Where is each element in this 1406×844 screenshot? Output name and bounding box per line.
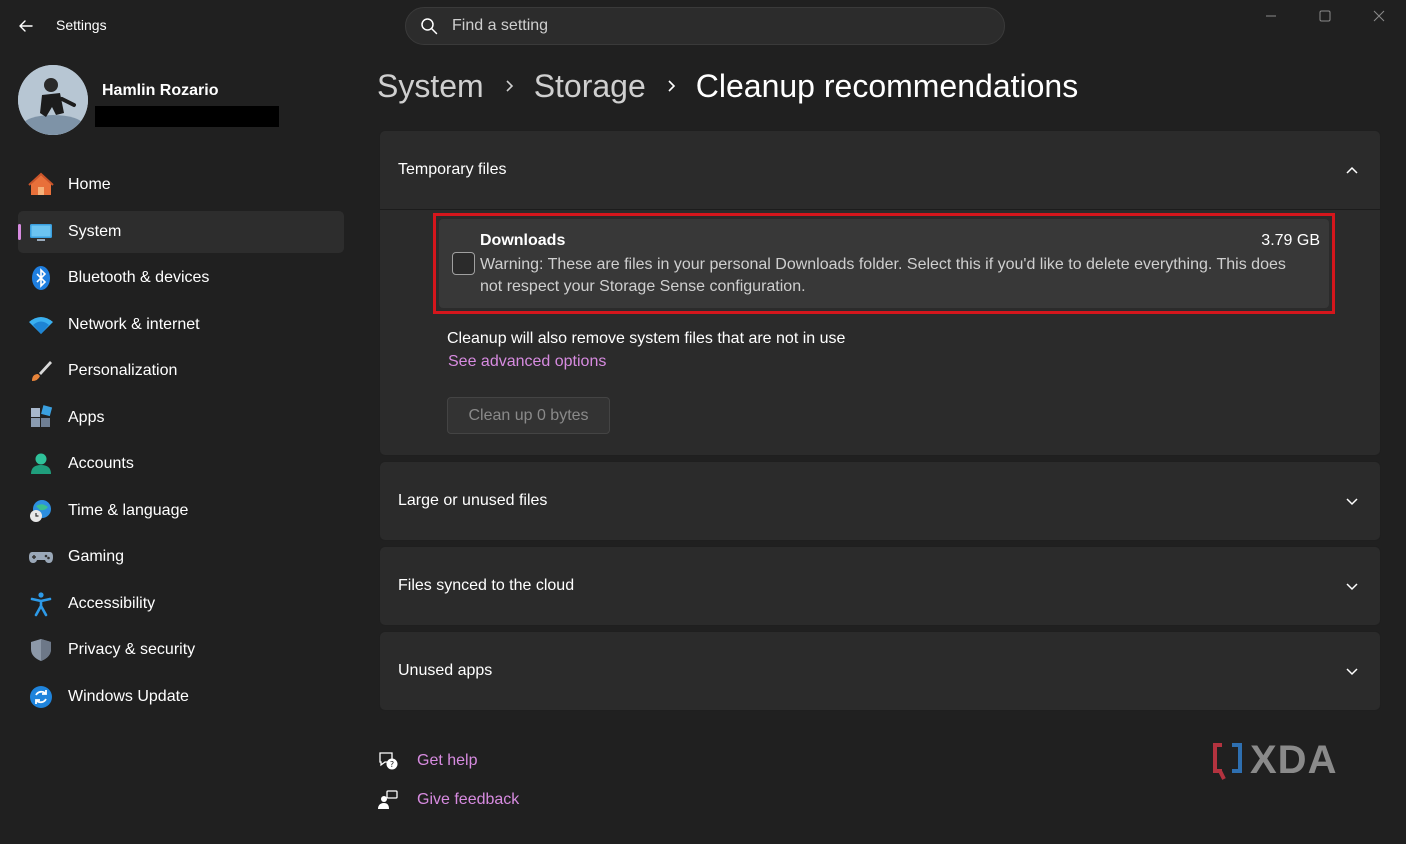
files-synced-cloud-card[interactable]: Files synced to the cloud: [379, 546, 1381, 626]
back-button[interactable]: [14, 14, 38, 38]
redacted-email: [95, 106, 279, 127]
app-title: Settings: [56, 17, 107, 33]
sidebar-item-privacy-security[interactable]: Privacy & security: [18, 629, 344, 671]
xda-text: XDA: [1250, 738, 1338, 782]
settings-window: Settings Hamlin Rozario: [0, 0, 1406, 844]
accessibility-icon: [28, 591, 54, 617]
breadcrumb-storage[interactable]: Storage: [534, 68, 646, 105]
cleanup-note: Cleanup will also remove system files th…: [447, 330, 846, 347]
wifi-icon: [28, 312, 54, 338]
sidebar-item-apps[interactable]: Apps: [18, 397, 344, 439]
sidebar-item-accessibility[interactable]: Accessibility: [18, 583, 344, 625]
chevron-down-icon: [1342, 576, 1362, 596]
apps-icon: [28, 404, 54, 431]
search-input[interactable]: [452, 17, 972, 35]
sidebar-item-bluetooth[interactable]: Bluetooth & devices: [18, 257, 344, 299]
large-unused-files-header[interactable]: Large or unused files: [380, 462, 1380, 540]
xda-logo-icon: [1213, 742, 1242, 780]
chevron-right-icon: [646, 79, 696, 93]
user-photo-icon: [18, 65, 88, 135]
breadcrumb: System Storage Cleanup recommendations: [377, 64, 1078, 108]
xda-watermark: XDA: [1212, 738, 1337, 783]
sidebar-item-network[interactable]: Network & internet: [18, 304, 344, 346]
shield-icon: [28, 637, 54, 663]
search-box[interactable]: [405, 7, 1005, 45]
maximize-icon: [1319, 10, 1331, 22]
chevron-down-icon: [1342, 491, 1362, 511]
get-help-link[interactable]: ? Get help: [377, 750, 477, 772]
large-unused-files-card[interactable]: Large or unused files: [379, 461, 1381, 541]
sidebar-item-windows-update[interactable]: Windows Update: [18, 676, 344, 718]
temporary-files-body: Downloads 3.79 GB Warning: These are fil…: [380, 209, 1380, 455]
svg-text:?: ?: [390, 760, 394, 769]
feedback-icon: [378, 790, 398, 809]
downloads-row[interactable]: Downloads 3.79 GB Warning: These are fil…: [439, 219, 1329, 308]
globe-clock-icon: [28, 498, 54, 524]
cleanup-button[interactable]: Clean up 0 bytes: [447, 397, 610, 434]
brush-icon: [28, 358, 54, 384]
bluetooth-icon: [28, 265, 54, 291]
card-title: Large or unused files: [398, 492, 548, 509]
sidebar-item-home[interactable]: Home: [18, 164, 344, 206]
files-synced-cloud-header[interactable]: Files synced to the cloud: [380, 547, 1380, 625]
chevron-up-icon: [1342, 160, 1362, 180]
downloads-checkbox[interactable]: [452, 252, 475, 275]
page-title: Cleanup recommendations: [695, 67, 1079, 104]
sidebar-item-system[interactable]: System: [18, 210, 344, 253]
close-button[interactable]: [1352, 0, 1406, 32]
gamepad-icon: [28, 544, 54, 570]
give-feedback-link[interactable]: Give feedback: [377, 789, 519, 811]
downloads-title: Downloads: [480, 232, 566, 249]
card-title: Unused apps: [398, 662, 493, 679]
home-icon: [28, 172, 54, 198]
downloads-size: 3.79 GB: [1261, 232, 1320, 249]
breadcrumb-system[interactable]: System: [377, 68, 484, 105]
search-icon: [421, 18, 438, 35]
sidebar-item-gaming[interactable]: Gaming: [18, 536, 344, 578]
update-icon: [28, 684, 54, 710]
advanced-options-link[interactable]: See advanced options: [448, 353, 606, 371]
temporary-files-header[interactable]: Temporary files: [380, 131, 1380, 209]
sidebar-item-accounts[interactable]: Accounts: [18, 443, 344, 485]
unused-apps-card[interactable]: Unused apps: [379, 631, 1381, 711]
card-title: Temporary files: [398, 161, 507, 178]
sidebar-item-time-language[interactable]: Time & language: [18, 490, 344, 532]
sidebar-item-personalization[interactable]: Personalization: [18, 350, 344, 392]
help-chat-icon: ?: [379, 752, 398, 770]
card-title: Files synced to the cloud: [398, 577, 575, 594]
maximize-button[interactable]: [1298, 0, 1352, 32]
downloads-warning: Warning: These are files in your persona…: [480, 256, 1286, 295]
minimize-icon: [1266, 15, 1276, 17]
close-icon: [1373, 10, 1385, 22]
person-icon: [28, 451, 54, 477]
temporary-files-card: Temporary files Downloads 3.79 GB Warnin…: [379, 130, 1381, 456]
back-arrow-icon: [19, 20, 33, 32]
minimize-button[interactable]: [1244, 0, 1298, 32]
sidebar: Home System Bluetooth & devices Network …: [18, 164, 344, 722]
window-controls: [1244, 0, 1406, 32]
unused-apps-header[interactable]: Unused apps: [380, 632, 1380, 710]
avatar[interactable]: [18, 65, 88, 135]
system-icon: [28, 219, 54, 245]
chevron-down-icon: [1342, 661, 1362, 681]
chevron-right-icon: [484, 79, 534, 93]
user-name: Hamlin Rozario: [102, 82, 219, 99]
